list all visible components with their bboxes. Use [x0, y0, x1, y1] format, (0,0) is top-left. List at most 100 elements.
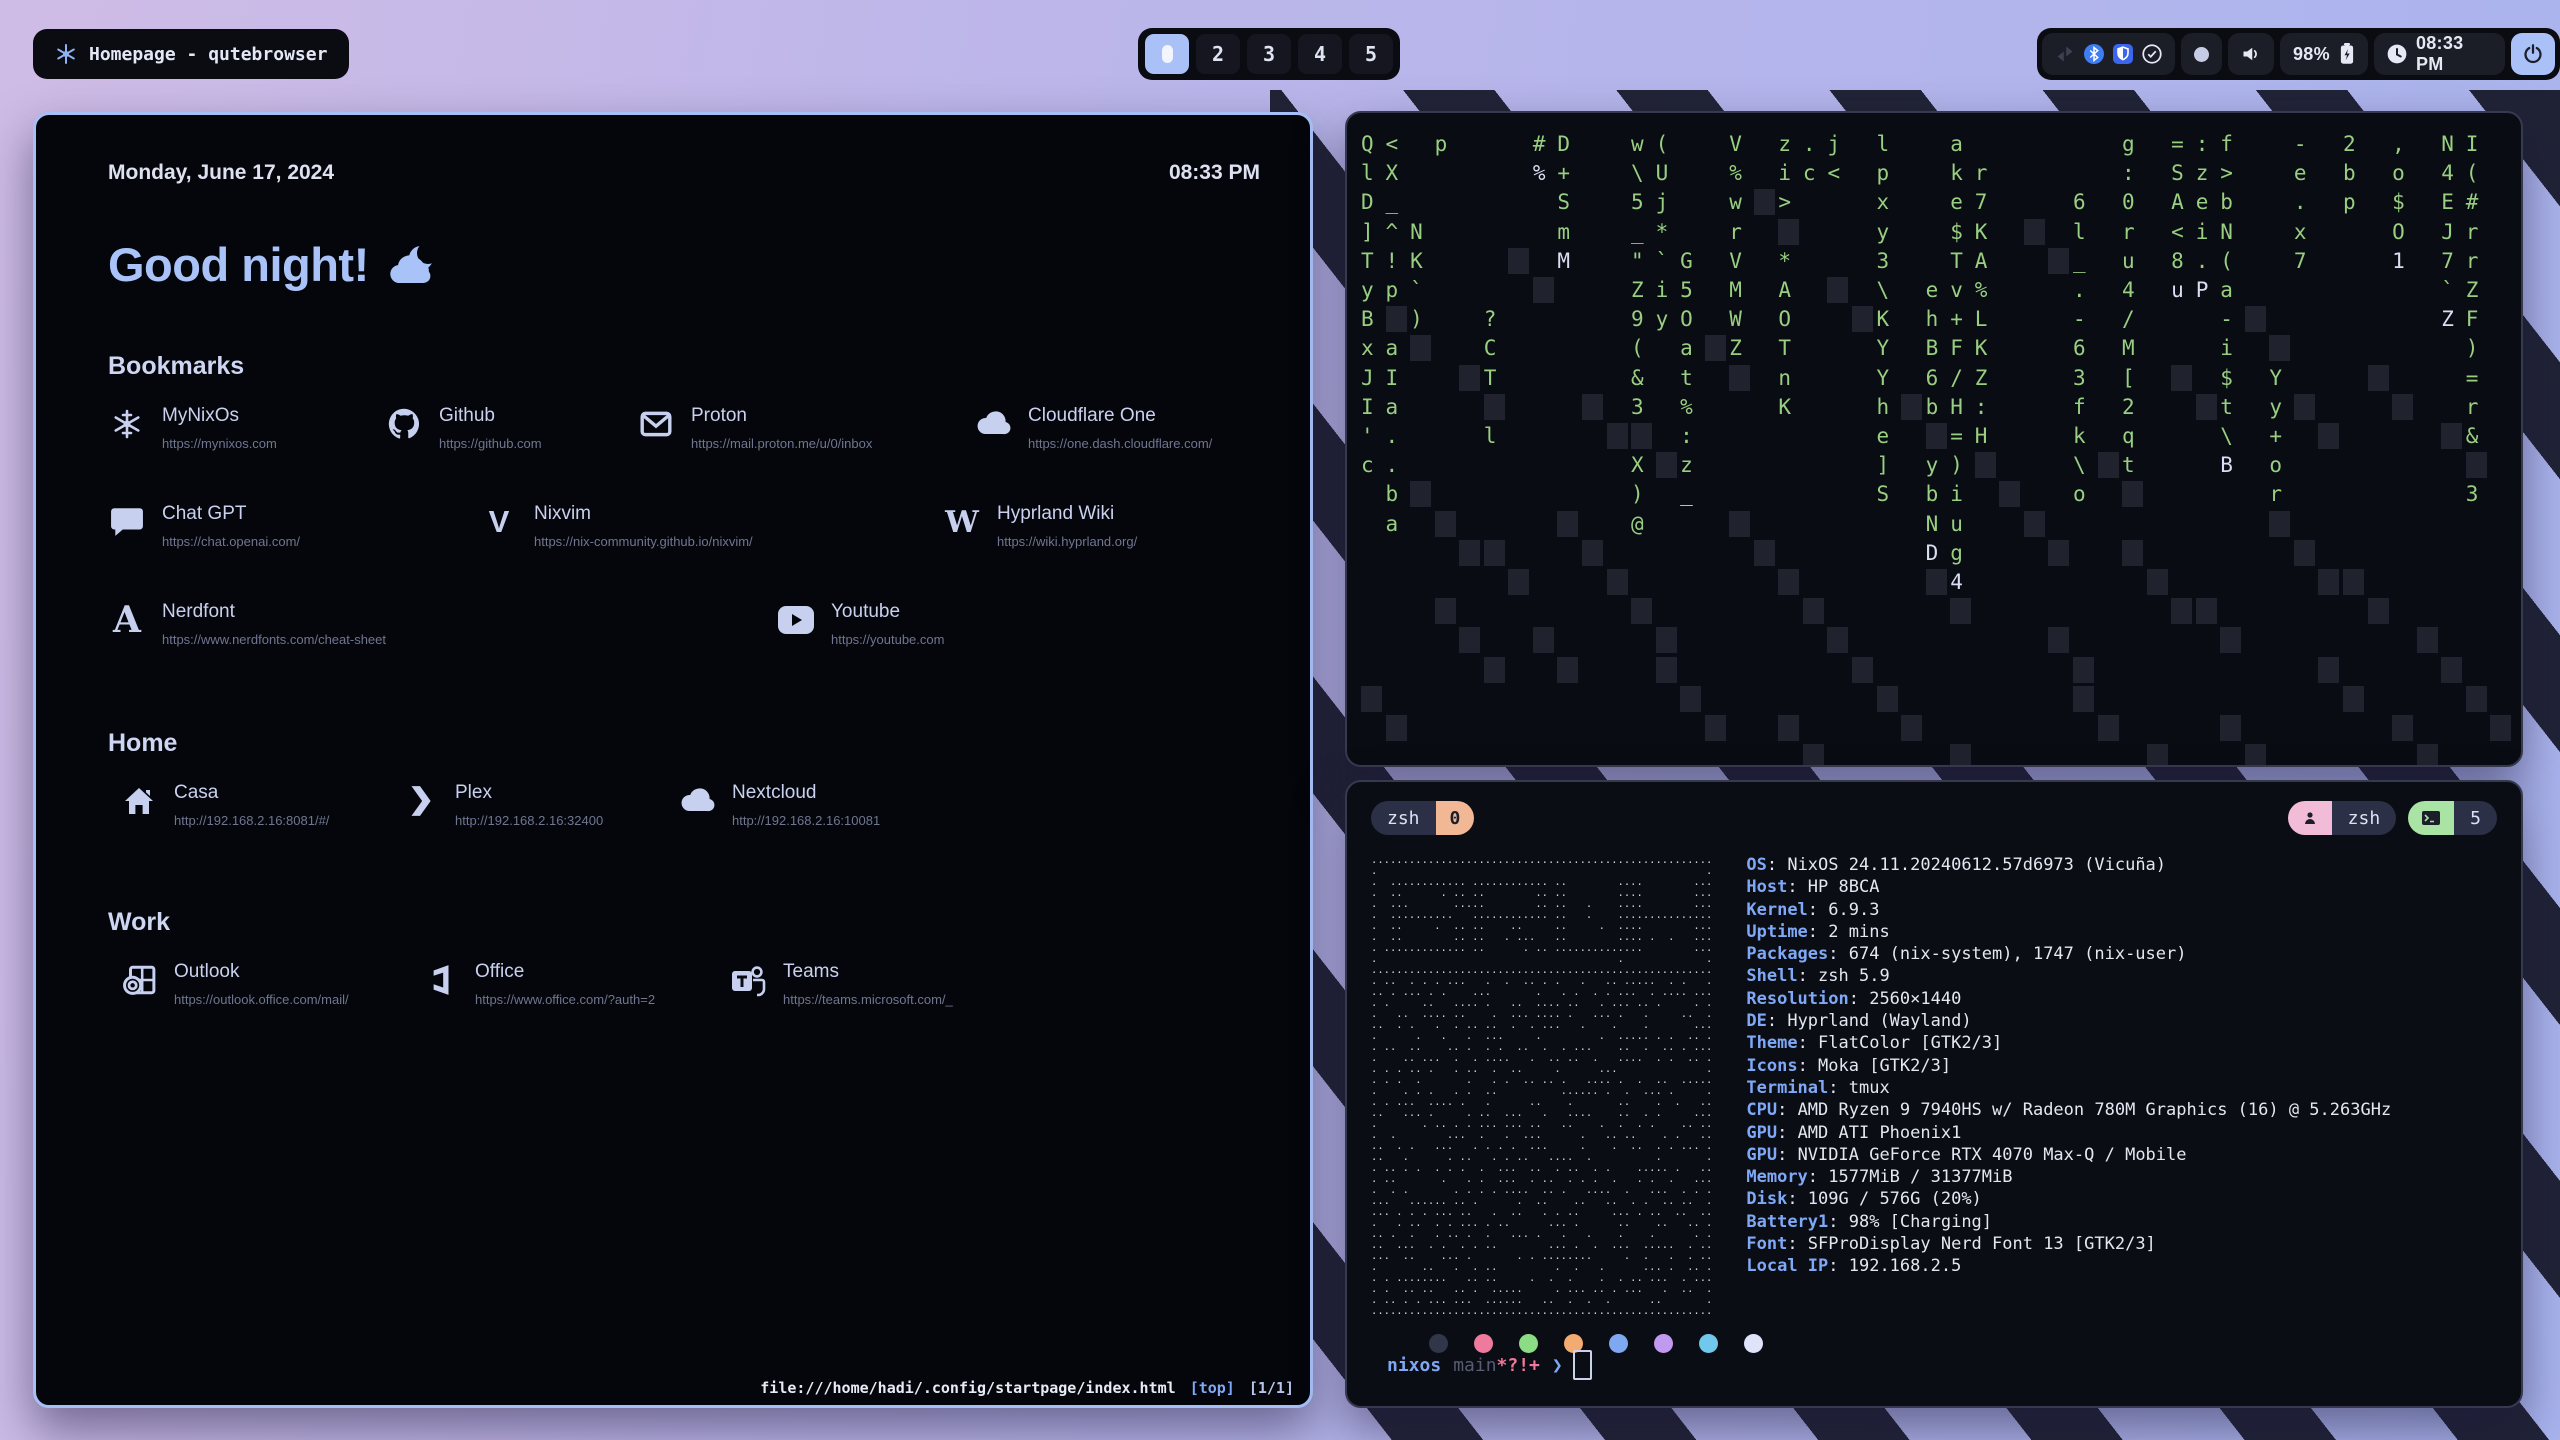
matrix-glyph: > — [2220, 160, 2233, 187]
fetch-label: Host — [1746, 877, 1787, 897]
fetch-label: GPU — [1746, 1123, 1777, 1143]
record-dot-icon — [2194, 47, 2209, 62]
user-icon — [2288, 801, 2332, 835]
matrix-glyph: t — [1680, 365, 1693, 392]
tmux-shell-label: zsh — [1371, 801, 1436, 835]
qutebrowser-window[interactable]: Monday, June 17, 2024 08:33 PM Good nigh… — [33, 112, 1313, 1408]
bookmark-github[interactable]: Githubhttps://github.com — [385, 405, 542, 451]
tmux-pill-label: 5 — [2454, 801, 2497, 835]
matrix-trail-block — [2294, 394, 2315, 420]
shell-prompt[interactable]: nixos main *?!+ ❯ — [1387, 1350, 1592, 1380]
matrix-glyph: l — [1484, 423, 1497, 450]
bookmark-proton[interactable]: Protonhttps://mail.proton.me/u/0/inbox — [637, 405, 872, 451]
matrix-glyph: i — [1950, 481, 1963, 508]
fetch-value: : Hyprland (Wayland) — [1767, 1011, 1972, 1031]
tmux-status-pill-5[interactable]: 5 — [2408, 801, 2497, 835]
bookmark-cloudflare-one[interactable]: Cloudflare Onehttps://one.dash.cloudflar… — [974, 405, 1212, 451]
matrix-trail-block — [1631, 423, 1652, 449]
battery-segment[interactable]: 98% — [2280, 33, 2368, 75]
workspace-4[interactable]: 4 — [1298, 34, 1342, 74]
workspace-1[interactable] — [1145, 34, 1189, 74]
matrix-glyph: l — [2073, 219, 2086, 246]
fetch-value: : tmux — [1828, 1078, 1889, 1098]
bookmark-nixvim[interactable]: VNixvimhttps://nix-community.github.io/n… — [480, 503, 753, 549]
matrix-glyph: ) — [2466, 335, 2479, 362]
bookmark-outlook[interactable]: Outlookhttps://outlook.office.com/mail/ — [120, 961, 349, 1007]
top-bar: Homepage - qutebrowser 2345 — [0, 0, 2560, 90]
matrix-trail-block — [1852, 657, 1873, 683]
matrix-glyph: a — [1386, 511, 1399, 538]
matrix-glyph: N — [1926, 511, 1939, 538]
cmatrix-terminal-window[interactable]: QlD]TyBxJI'c<X_^!pBaIa..baNK`)%p?CT5l#%D… — [1345, 111, 2523, 767]
matrix-glyph: w — [1631, 131, 1644, 158]
terminal-cursor[interactable] — [1573, 1350, 1592, 1380]
workspace-2[interactable]: 2 — [1196, 34, 1240, 74]
matrix-glyph: a — [2220, 277, 2233, 304]
fetch-terminal-window[interactable]: zsh 0 zsh5 ·····························… — [1345, 780, 2523, 1408]
matrix-trail-block — [1729, 511, 1750, 537]
active-window-title-pill[interactable]: Homepage - qutebrowser — [33, 29, 349, 79]
matrix-trail-block — [1607, 423, 1628, 449]
matrix-glyph: # — [1533, 131, 1546, 158]
bookmark-hyprland-wiki[interactable]: WHyprland Wikihttps://wiki.hyprland.org/ — [943, 503, 1137, 549]
bookmark-nextcloud[interactable]: Nextcloudhttp://192.168.2.16:10081 — [678, 782, 880, 828]
clock-segment[interactable]: 08:33 PM — [2374, 33, 2505, 75]
matrix-glyph: r — [1729, 219, 1742, 246]
power-button[interactable] — [2511, 33, 2555, 75]
matrix-trail-block — [2171, 365, 2192, 391]
window-title: Homepage - qutebrowser — [89, 44, 327, 65]
bookmark-nerdfont[interactable]: ANerdfonthttps://www.nerdfonts.com/cheat… — [108, 601, 386, 647]
system-info-list: OS: NixOS 24.11.20240612.57d6973 (Vicuña… — [1746, 854, 2391, 1320]
fetch-value: : NixOS 24.11.20240612.57d6973 (Vicuña) — [1767, 855, 2166, 875]
matrix-glyph: K — [1877, 306, 1890, 333]
matrix-trail-block — [1435, 511, 1456, 537]
matrix-glyph: c — [1361, 452, 1374, 479]
bookmark-youtube[interactable]: Youtubehttps://youtube.com — [777, 601, 944, 647]
tmux-pill-label: zsh — [2332, 801, 2397, 835]
matrix-glyph: W — [1729, 306, 1742, 333]
matrix-glyph: S — [2171, 160, 2184, 187]
bookmark-mynixos[interactable]: MyNixOshttps://mynixos.com — [108, 405, 277, 451]
fetch-line-theme: Theme: FlatColor [GTK2/3] — [1746, 1032, 2391, 1054]
matrix-trail-block — [2098, 452, 2119, 478]
matrix-trail-block — [1607, 569, 1628, 595]
matrix-glyph: Z — [2441, 306, 2454, 333]
bookmark-row: Casahttp://192.168.2.16:8081/#/ Plexhttp:… — [108, 782, 1260, 836]
bookmark-row: MyNixOshttps://mynixos.com Githubhttps://… — [108, 405, 1260, 459]
matrix-glyph: i — [1778, 160, 1791, 187]
bookmark-url: http://192.168.2.16:10081 — [732, 813, 880, 828]
matrix-glyph: f — [2073, 394, 2086, 421]
bookmark-plex[interactable]: Plexhttp://192.168.2.16:32400 — [401, 782, 603, 828]
matrix-glyph: < — [1386, 131, 1399, 158]
fetch-value: : zsh 5.9 — [1798, 966, 1890, 986]
volume-segment[interactable] — [2228, 33, 2274, 75]
cloud-icon — [678, 782, 716, 820]
matrix-glyph: / — [2122, 306, 2135, 333]
recorder-segment[interactable] — [2181, 33, 2222, 75]
matrix-glyph: h — [1877, 394, 1890, 421]
bookmark-teams[interactable]: Teamshttps://teams.microsoft.com/_ — [729, 961, 953, 1007]
matrix-trail-block — [1631, 598, 1652, 624]
workspace-5[interactable]: 5 — [1349, 34, 1393, 74]
matrix-trail-block — [1926, 423, 1947, 449]
fetch-value: : AMD Ryzen 9 7940HS w/ Radeon 780M Grap… — [1777, 1100, 2391, 1120]
matrix-glyph: . — [2294, 189, 2307, 216]
bookmark-office[interactable]: Officehttps://www.office.com/?auth=2 — [421, 961, 655, 1007]
tmux-window-pill[interactable]: zsh 0 — [1371, 801, 1474, 835]
fetch-value: : NVIDIA GeForce RTX 4070 Max-Q / Mobile — [1777, 1145, 2186, 1165]
matrix-glyph: y — [1926, 452, 1939, 479]
matrix-glyph: : — [1680, 423, 1693, 450]
matrix-trail-block — [1778, 219, 1799, 245]
tmux-status-pill-zsh[interactable]: zsh — [2288, 801, 2397, 835]
tray-icons-segment[interactable] — [2042, 33, 2175, 75]
workspace-3[interactable]: 3 — [1247, 34, 1291, 74]
matrix-glyph: N — [2220, 219, 2233, 246]
matrix-trail-block — [2466, 452, 2487, 478]
matrix-trail-block — [1852, 306, 1873, 332]
section-work: WorkOutlookhttps://outlook.office.com/ma… — [108, 908, 1260, 1015]
matrix-glyph: 3 — [2073, 365, 2086, 392]
bookmark-chat-gpt[interactable]: Chat GPThttps://chat.openai.com/ — [108, 503, 300, 549]
matrix-glyph: D — [1361, 189, 1374, 216]
bookmark-casa[interactable]: Casahttp://192.168.2.16:8081/#/ — [120, 782, 329, 828]
matrix-glyph: Z — [1631, 277, 1644, 304]
